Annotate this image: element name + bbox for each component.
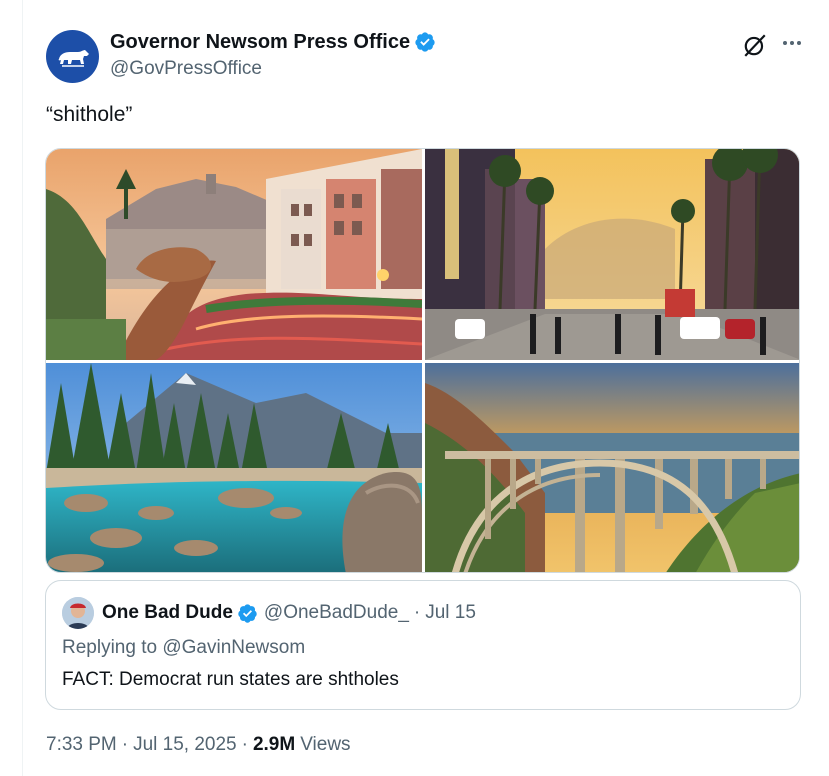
verified-badge-icon[interactable] (414, 31, 436, 53)
quoted-tweet-text: FACT: Democrat run states are shtholes (62, 669, 399, 690)
quoted-author-avatar (62, 597, 94, 629)
media-grid (45, 148, 800, 573)
views-label[interactable]: Views (300, 734, 350, 756)
more-icon[interactable] (778, 30, 806, 56)
tweet-time[interactable]: 7:33 PM (46, 734, 117, 756)
verified-badge-icon (238, 603, 257, 623)
meta-separator: · (121, 734, 129, 755)
replying-to-label: Replying to @GavinNewsom (62, 637, 306, 658)
tweet-header: Governor Newsom Press Office @GovPressOf… (46, 30, 806, 84)
quoted-author-name: One Bad Dude (102, 602, 233, 623)
meta-separator: · (241, 734, 248, 755)
tweet-meta: 7:33 PM · Jul 15, 2025 · 2.9M Views (46, 734, 351, 756)
author-handle[interactable]: @GovPressOffice (110, 58, 436, 80)
california-bear-icon (58, 49, 89, 67)
author-names: Governor Newsom Press Office @GovPressOf… (110, 30, 436, 80)
grok-icon[interactable] (742, 32, 768, 58)
quoted-tweet[interactable]: One Bad Dude @OneBadDude_ · Jul 15 Reply… (45, 580, 801, 710)
quoted-separator: · (413, 602, 421, 623)
tweet-date[interactable]: Jul 15, 2025 (133, 734, 237, 756)
quoted-author-handle: @OneBadDude_ (263, 602, 409, 623)
hollywood-boulevard-palm-trees-photo[interactable] (425, 149, 799, 360)
quoted-tweet-header: One Bad Dude @OneBadDude_ · Jul 15 (62, 597, 476, 629)
tweet-text: “shithole” (46, 103, 133, 126)
author-avatar[interactable] (46, 30, 99, 83)
quoted-date: Jul 15 (425, 602, 476, 623)
lake-tahoe-clear-water-photo[interactable] (46, 363, 422, 572)
bixby-bridge-big-sur-photo[interactable] (425, 363, 799, 572)
views-count[interactable]: 2.9M (253, 734, 295, 756)
author-name[interactable]: Governor Newsom Press Office (110, 31, 410, 54)
san-francisco-lombard-street-photo[interactable] (46, 149, 422, 360)
